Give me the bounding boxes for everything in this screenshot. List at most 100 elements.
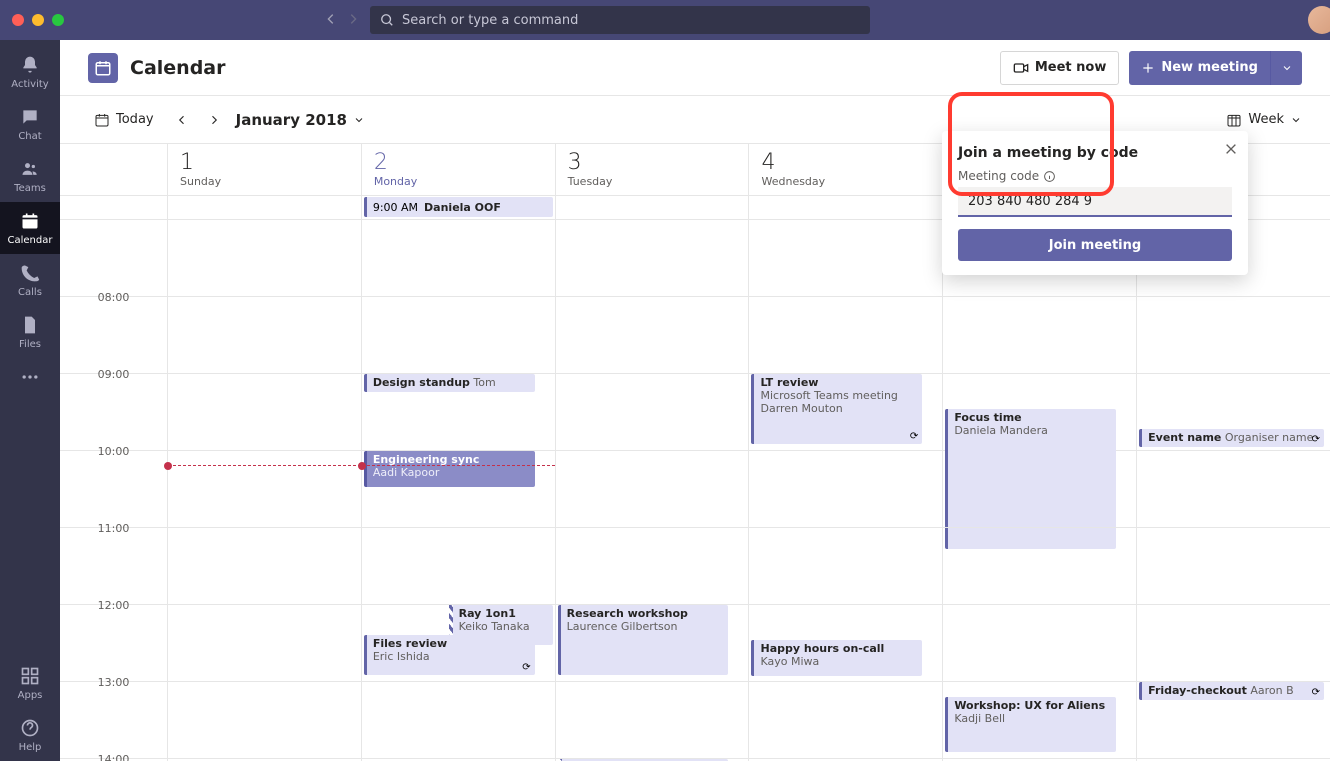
month-label-text: January 2018: [236, 111, 347, 129]
event-engineering-sync[interactable]: Engineering syncAadi Kapoor: [364, 451, 535, 487]
rail-apps[interactable]: Apps: [0, 657, 60, 709]
event-design-standup[interactable]: Design standup Tom: [364, 374, 535, 392]
view-label: Week: [1248, 112, 1284, 127]
content-area: Calendar Meet now New meeting: [60, 40, 1330, 761]
hour-label: 11:00: [60, 522, 167, 535]
rail-files[interactable]: Files: [0, 306, 60, 358]
search-icon: [380, 13, 394, 27]
join-meeting-button[interactable]: Join meeting: [958, 229, 1232, 261]
meeting-code-input[interactable]: [958, 187, 1232, 217]
bell-icon: [20, 55, 40, 75]
rail-label: Calls: [18, 287, 42, 298]
event-title: Daniela OOF: [424, 201, 501, 214]
video-icon: [1013, 60, 1029, 76]
more-icon: [20, 367, 40, 387]
event-research-workshop[interactable]: Research workshopLaurence Gilbertson: [558, 605, 729, 675]
rail-more[interactable]: [0, 358, 60, 398]
prev-period[interactable]: [168, 106, 196, 134]
recurring-icon: ⟳: [910, 431, 918, 442]
info-icon[interactable]: [1043, 170, 1056, 183]
day-number: 2: [374, 150, 543, 175]
maximize-window[interactable]: [52, 14, 64, 26]
teams-icon: [20, 159, 40, 179]
phone-icon: [20, 263, 40, 283]
chevron-down-icon: [1281, 62, 1293, 74]
day-name: Sunday: [180, 175, 349, 188]
hour-label: 10:00: [60, 445, 167, 458]
recurring-icon: ⟳: [1312, 687, 1320, 698]
title-bar: Search or type a command: [0, 0, 1330, 40]
next-period[interactable]: [200, 106, 228, 134]
rail-calls[interactable]: Calls: [0, 254, 60, 306]
new-meeting-label: New meeting: [1161, 60, 1258, 75]
rail-help[interactable]: Help: [0, 709, 60, 761]
today-button[interactable]: Today: [88, 108, 160, 132]
chat-icon: [20, 107, 40, 127]
history-nav: [324, 11, 360, 30]
event-allday[interactable]: 9:00 AM Daniela OOF: [364, 197, 553, 217]
meet-now-button[interactable]: Meet now: [1000, 51, 1120, 85]
day-column-wednesday[interactable]: 4Wednesday LT reviewMicrosoft Teams meet…: [749, 144, 943, 761]
chevron-down-icon: [353, 114, 365, 126]
new-meeting-dropdown[interactable]: [1270, 51, 1302, 85]
event-ux-aliens[interactable]: Workshop: UX for AliensKadji Bell: [945, 697, 1116, 752]
day-column-sunday[interactable]: 1Sunday: [168, 144, 362, 761]
calendar-today-icon: [94, 112, 110, 128]
rail-chat[interactable]: Chat: [0, 98, 60, 150]
plus-icon: [1141, 61, 1155, 75]
day-name: Monday: [374, 175, 543, 188]
search-input[interactable]: Search or type a command: [370, 6, 870, 34]
event-lt-review[interactable]: LT reviewMicrosoft Teams meetingDarren M…: [751, 374, 922, 444]
calendar-icon: [20, 211, 40, 231]
page-header: Calendar Meet now New meeting: [60, 40, 1330, 96]
join-meeting-popover: Join a meeting by code Meeting code Join…: [942, 131, 1248, 275]
calendar-week-icon: [1226, 112, 1242, 128]
today-label: Today: [116, 112, 154, 127]
app-rail: Activity Chat Teams Calendar Calls Files: [0, 40, 60, 761]
window-controls: [12, 14, 64, 26]
view-selector[interactable]: Week: [1226, 112, 1302, 128]
help-icon: [20, 718, 40, 738]
rail-activity[interactable]: Activity: [0, 46, 60, 98]
meeting-code-label: Meeting code: [958, 169, 1232, 183]
rail-label: Teams: [14, 183, 46, 194]
calendar-app-icon: [88, 53, 118, 83]
month-picker[interactable]: January 2018: [236, 111, 365, 129]
hour-label: 14:00: [60, 753, 167, 761]
rail-label: Calendar: [8, 235, 53, 246]
search-placeholder: Search or type a command: [402, 13, 578, 28]
day-column-monday[interactable]: 2Monday 9:00 AM Daniela OOF Design standu…: [362, 144, 556, 761]
rail-label: Files: [19, 339, 41, 350]
hour-label: 09:00: [60, 368, 167, 381]
hour-label: 13:00: [60, 676, 167, 689]
close-button[interactable]: [1224, 141, 1238, 160]
close-window[interactable]: [12, 14, 24, 26]
recurring-icon: ⟳: [522, 662, 530, 673]
minimize-window[interactable]: [32, 14, 44, 26]
event-friday-checkout[interactable]: Friday-checkout Aaron B ⟳: [1139, 682, 1324, 700]
rail-calendar[interactable]: Calendar: [0, 202, 60, 254]
day-column-tuesday[interactable]: 3Tuesday Research workshopLaurence Gilbe…: [556, 144, 750, 761]
avatar[interactable]: [1308, 6, 1330, 34]
rail-label: Chat: [18, 131, 41, 142]
chevron-down-icon: [1290, 114, 1302, 126]
event-happy-hours[interactable]: Happy hours on-callKayo Miwa: [751, 640, 922, 676]
rail-label: Apps: [18, 690, 43, 701]
popover-title: Join a meeting by code: [958, 145, 1232, 161]
page-title: Calendar: [130, 57, 225, 79]
time-gutter: 08:00 09:00 10:00 11:00 12:00 13:00 14:0…: [60, 144, 168, 761]
close-icon: [1224, 142, 1238, 156]
event-files-review[interactable]: Files reviewEric Ishida⟳: [364, 635, 535, 675]
forward-button[interactable]: [346, 11, 360, 30]
file-icon: [20, 315, 40, 335]
back-button[interactable]: [324, 11, 338, 30]
new-meeting-button[interactable]: New meeting: [1129, 51, 1270, 85]
rail-teams[interactable]: Teams: [0, 150, 60, 202]
day-number: 1: [180, 150, 349, 175]
meet-now-label: Meet now: [1035, 60, 1107, 75]
rail-label: Help: [19, 742, 42, 753]
hour-label: 12:00: [60, 599, 167, 612]
event-event-name[interactable]: Event name Organiser name⟳: [1139, 429, 1324, 447]
event-time: 9:00 AM: [373, 201, 418, 214]
recurring-icon: ⟳: [1312, 434, 1320, 445]
